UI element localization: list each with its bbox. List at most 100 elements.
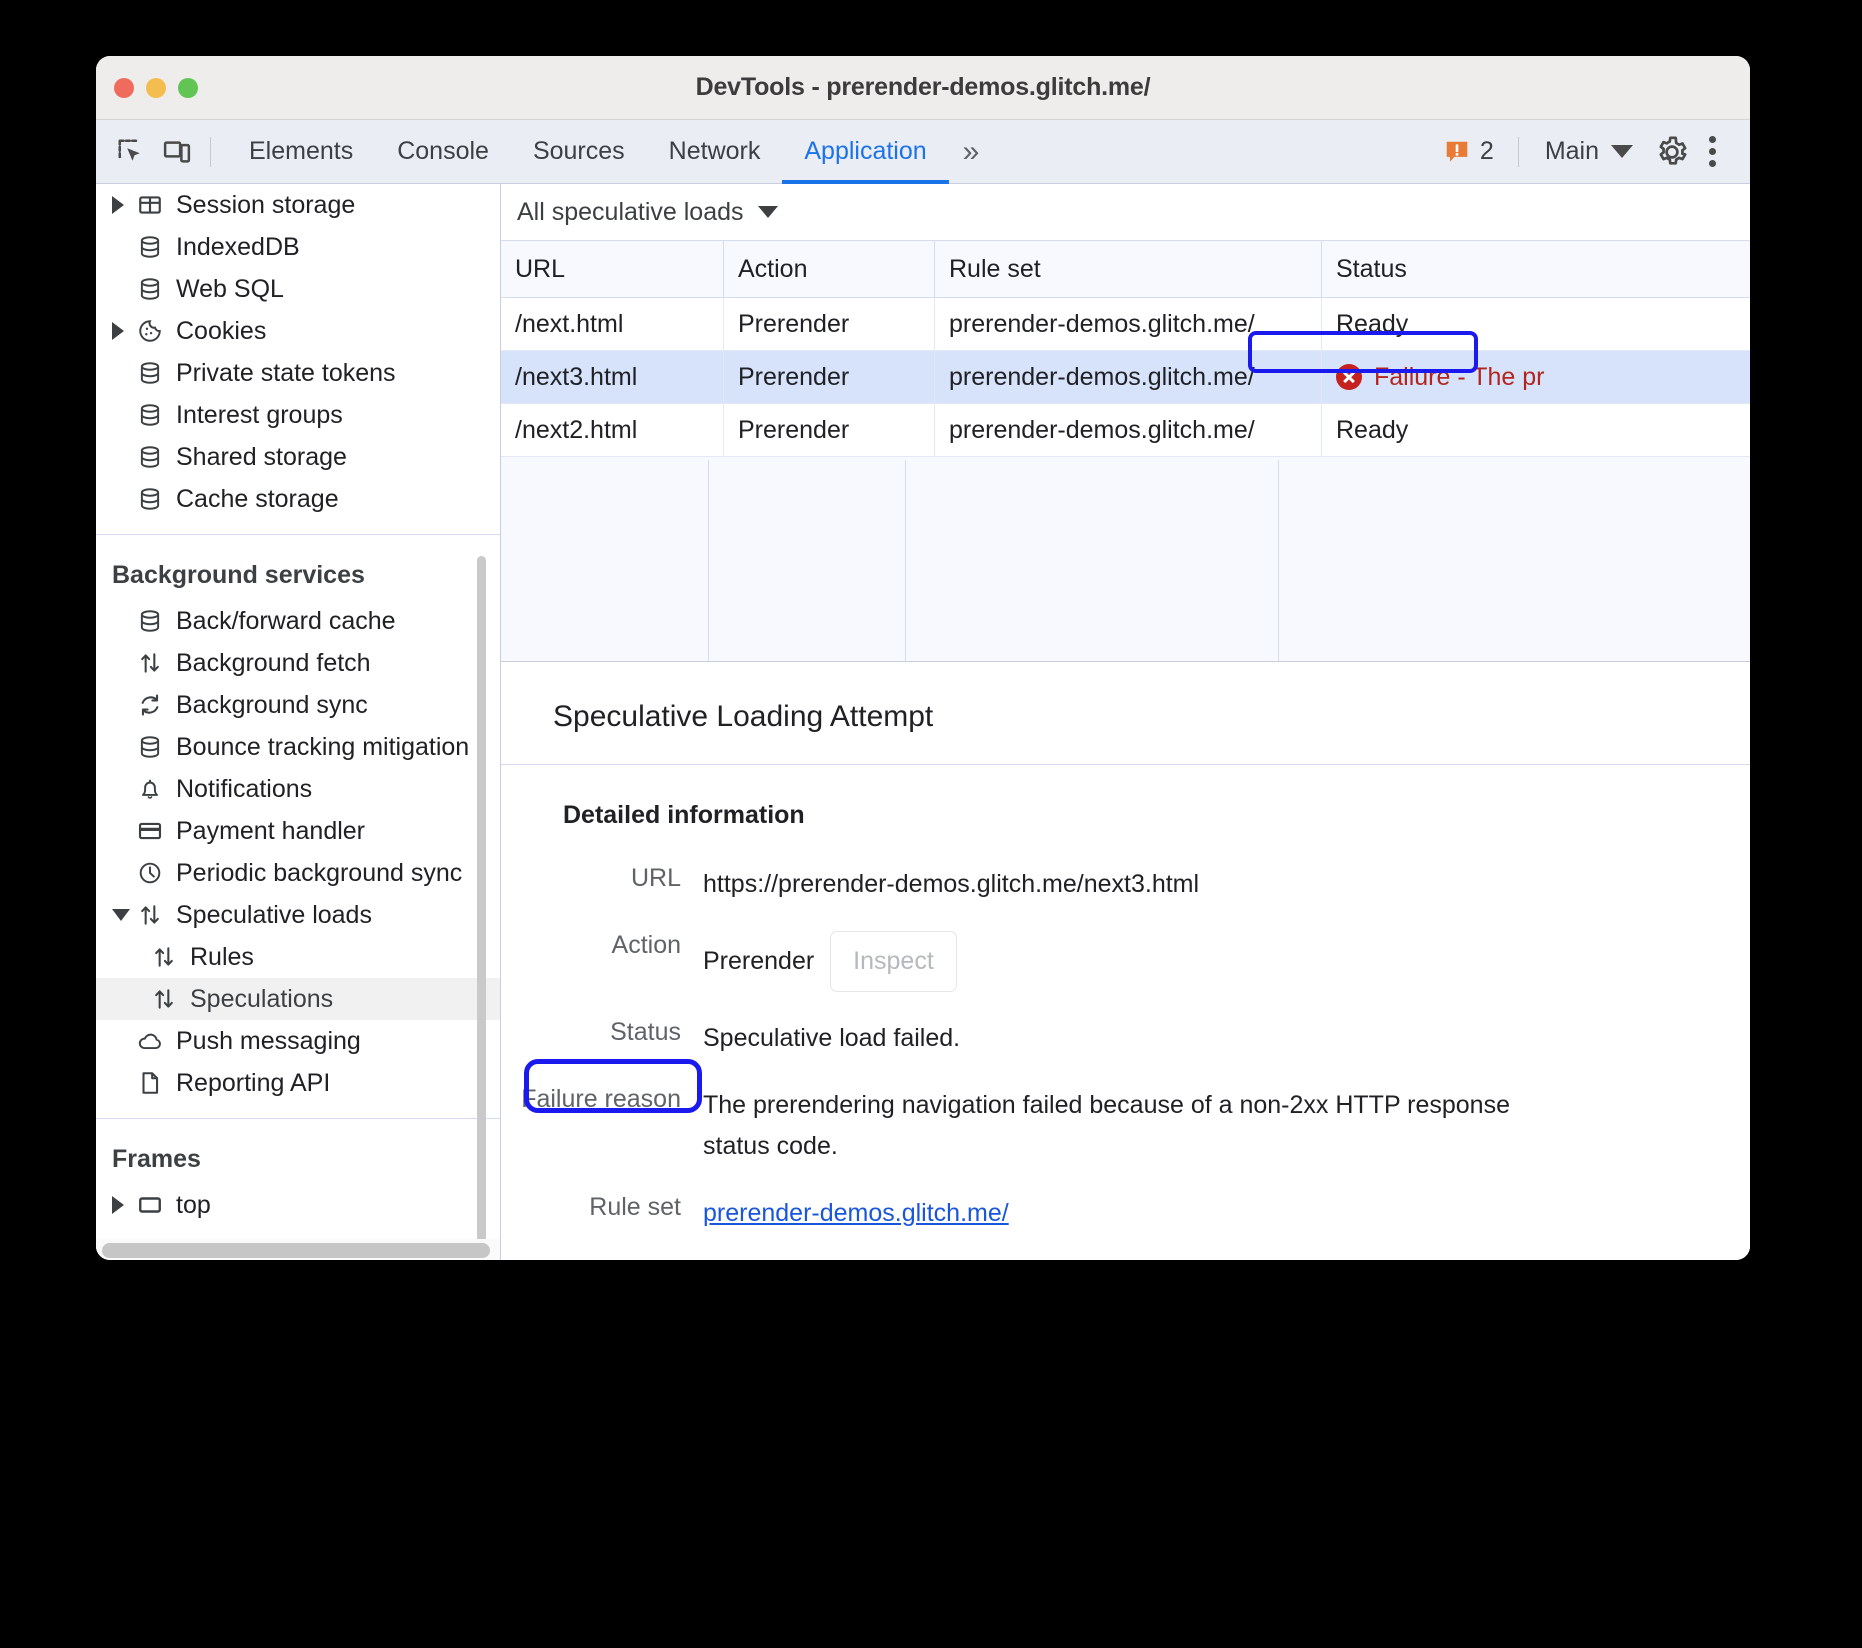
- sidebar-item-reporting-api[interactable]: Reporting API: [96, 1062, 500, 1104]
- table-row[interactable]: /next3.html Prerender prerender-demos.gl…: [501, 351, 1750, 404]
- expand-arrow-icon[interactable]: [112, 322, 134, 340]
- tab-network[interactable]: Network: [647, 120, 783, 184]
- chevron-down-icon: [1611, 145, 1633, 158]
- window-controls[interactable]: [114, 78, 198, 98]
- sidebar-item-label: Bounce tracking mitigation: [176, 733, 469, 762]
- detail-value-status: Speculative load failed.: [681, 1010, 960, 1059]
- background-services-header: Background services: [96, 535, 500, 600]
- sidebar-item-notifications[interactable]: Notifications: [96, 768, 500, 810]
- sidebar-item-label: Payment handler: [176, 817, 365, 846]
- gear-icon[interactable]: [1649, 129, 1695, 175]
- inspect-button[interactable]: Inspect: [830, 931, 957, 992]
- tab-label: Network: [669, 137, 761, 166]
- sidebar-item-shared-storage[interactable]: Shared storage: [96, 436, 500, 478]
- detail-label-status: Status: [505, 1010, 681, 1047]
- detail-label-failure-reason: Failure reason: [505, 1077, 681, 1114]
- table-row[interactable]: /next.html Prerender prerender-demos.gli…: [501, 298, 1750, 351]
- table-row[interactable]: /next2.html Prerender prerender-demos.gl…: [501, 404, 1750, 457]
- sidebar-item-private-state-tokens[interactable]: Private state tokens: [96, 352, 500, 394]
- tab-console[interactable]: Console: [375, 120, 511, 184]
- minimize-button[interactable]: [146, 78, 166, 98]
- application-sidebar: Session storage IndexedDB: [96, 184, 501, 1260]
- tab-label: Elements: [249, 137, 353, 166]
- column-header-action[interactable]: Action: [724, 241, 935, 298]
- ruleset-link[interactable]: prerender-demos.glitch.me/: [703, 1199, 1009, 1227]
- sidebar-item-payment-handler[interactable]: Payment handler: [96, 810, 500, 852]
- cell-url: /next2.html: [501, 404, 724, 457]
- sidebar-item-label: Web SQL: [176, 275, 284, 304]
- collapse-arrow-icon[interactable]: [112, 909, 134, 921]
- maximize-button[interactable]: [178, 78, 198, 98]
- updown-arrows-icon: [134, 647, 166, 679]
- sidebar-item-label: top: [176, 1191, 211, 1220]
- sync-icon: [134, 689, 166, 721]
- detail-value-url: https://prerender-demos.glitch.me/next3.…: [681, 856, 1199, 905]
- cell-url: /next.html: [501, 298, 724, 351]
- sidebar-item-rules[interactable]: Rules: [96, 936, 500, 978]
- sidebar-item-label: Background sync: [176, 691, 368, 720]
- sidebar-item-back-forward-cache[interactable]: Back/forward cache: [96, 600, 500, 642]
- sidebar-item-push-messaging[interactable]: Push messaging: [96, 1020, 500, 1062]
- storage-section: Session storage IndexedDB: [96, 184, 500, 535]
- sidebar-item-speculations[interactable]: Speculations: [96, 978, 500, 1020]
- chevron-down-icon: [758, 206, 778, 218]
- sidebar-item-top-frame[interactable]: top: [96, 1184, 500, 1226]
- context-selector[interactable]: Main: [1529, 137, 1649, 166]
- sidebar-item-indexeddb[interactable]: IndexedDB: [96, 226, 500, 268]
- bell-icon: [134, 773, 166, 805]
- filter-label: All speculative loads: [517, 198, 744, 227]
- screenshot-root: DevTools - prerender-demos.glitch.me/ El…: [0, 0, 1862, 1648]
- sidebar-item-web-sql[interactable]: Web SQL: [96, 268, 500, 310]
- error-icon: [1336, 364, 1362, 390]
- scrollbar-thumb[interactable]: [102, 1243, 490, 1258]
- tab-sources[interactable]: Sources: [511, 120, 647, 184]
- detail-row-url: URL https://prerender-demos.glitch.me/ne…: [501, 856, 1750, 905]
- sidebar-item-cookies[interactable]: Cookies: [96, 310, 500, 352]
- sidebar-item-background-fetch[interactable]: Background fetch: [96, 642, 500, 684]
- detail-value-action-wrap: Prerender Inspect: [681, 923, 957, 992]
- expand-arrow-icon[interactable]: [112, 196, 134, 214]
- speculations-panel: All speculative loads URL Action Rule se…: [501, 184, 1750, 1260]
- window-titlebar: DevTools - prerender-demos.glitch.me/: [96, 56, 1750, 120]
- sidebar-item-session-storage[interactable]: Session storage: [96, 184, 500, 226]
- detail-value-action: Prerender: [703, 941, 814, 982]
- sidebar-item-label: Speculations: [190, 985, 333, 1014]
- detail-value-ruleset-wrap: prerender-demos.glitch.me/: [681, 1185, 1009, 1234]
- detail-label-url: URL: [505, 856, 681, 893]
- sidebar-horizontal-scrollbar[interactable]: [96, 1239, 500, 1260]
- tab-elements[interactable]: Elements: [227, 120, 375, 184]
- expand-arrow-icon[interactable]: [112, 1196, 134, 1214]
- sidebar-item-bounce-tracking-mitigation[interactable]: Bounce tracking mitigation: [96, 726, 500, 768]
- detail-rows: URL https://prerender-demos.glitch.me/ne…: [501, 830, 1750, 1234]
- detail-row-status: Status Speculative load failed.: [501, 1010, 1750, 1059]
- warning-indicator[interactable]: 2: [1430, 137, 1508, 166]
- detail-title: Speculative Loading Attempt: [501, 662, 1750, 765]
- detail-row-action: Action Prerender Inspect: [501, 923, 1750, 992]
- table-header-row: URL Action Rule set Status: [501, 241, 1750, 298]
- sidebar-item-speculative-loads[interactable]: Speculative loads: [96, 894, 500, 936]
- column-header-url[interactable]: URL: [501, 241, 724, 298]
- devtools-body: Session storage IndexedDB: [96, 184, 1750, 1260]
- kebab-menu-icon[interactable]: [1695, 136, 1736, 167]
- close-button[interactable]: [114, 78, 134, 98]
- sidebar-item-label: Push messaging: [176, 1027, 361, 1056]
- speculations-table: URL Action Rule set Status /next.html Pr…: [501, 241, 1750, 457]
- sidebar-item-periodic-background-sync[interactable]: Periodic background sync: [96, 852, 500, 894]
- sidebar-item-interest-groups[interactable]: Interest groups: [96, 394, 500, 436]
- cookie-icon: [134, 315, 166, 347]
- sidebar-item-label: Speculative loads: [176, 901, 372, 930]
- inspect-element-icon[interactable]: [108, 129, 154, 175]
- sidebar-item-cache-storage[interactable]: Cache storage: [96, 478, 500, 520]
- database-icon: [134, 357, 166, 389]
- cell-ruleset: prerender-demos.glitch.me/: [935, 404, 1322, 457]
- column-header-status[interactable]: Status: [1322, 241, 1751, 298]
- tab-application[interactable]: Application: [782, 120, 948, 184]
- sidebar-item-label: Session storage: [176, 191, 355, 220]
- sidebar-item-background-sync[interactable]: Background sync: [96, 684, 500, 726]
- sidebar-vertical-scrollbar[interactable]: [477, 556, 486, 1260]
- clock-icon: [134, 857, 166, 889]
- speculative-loads-filter[interactable]: All speculative loads: [517, 198, 778, 227]
- device-toolbar-icon[interactable]: [154, 129, 200, 175]
- column-header-ruleset[interactable]: Rule set: [935, 241, 1322, 298]
- more-tabs-icon[interactable]: »: [949, 120, 990, 184]
